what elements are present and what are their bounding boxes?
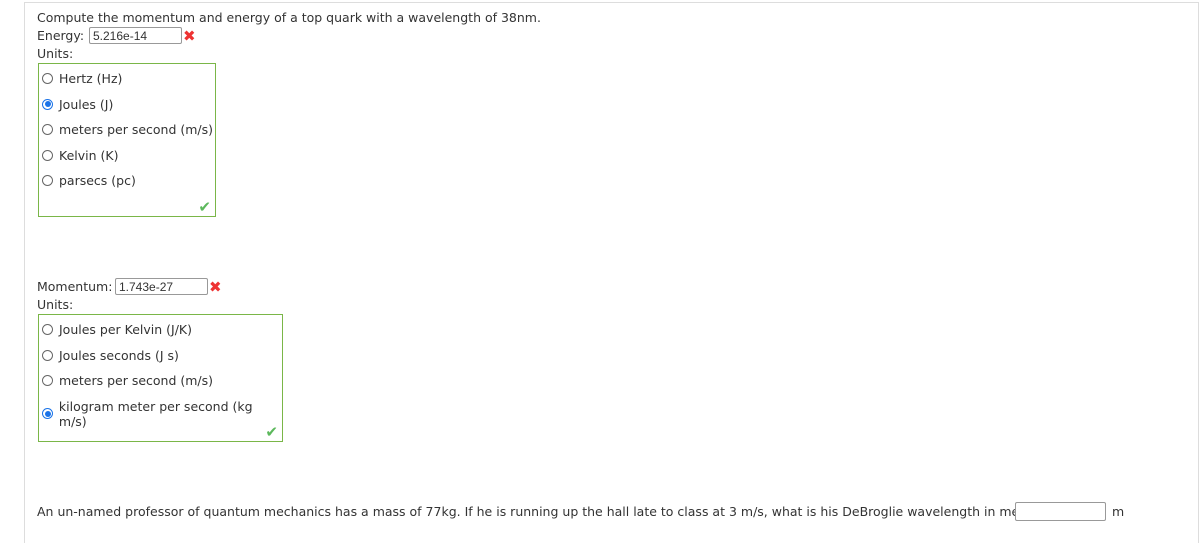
correct-check-icon: ✔ [265, 423, 278, 441]
question-prompt: An un-named professor of quantum mechani… [37, 504, 1051, 519]
momentum-label: Momentum: [37, 279, 113, 294]
wavelength-input[interactable] [1015, 502, 1106, 521]
radio-button[interactable] [42, 349, 53, 361]
unit-option[interactable]: Joules (J) [42, 97, 113, 112]
radio-button[interactable] [42, 73, 53, 84]
option-label: parsecs (pc) [59, 173, 136, 188]
unit-option[interactable]: Joules seconds (J s) [42, 348, 179, 363]
option-label: Joules seconds (J s) [59, 347, 179, 363]
unit-option[interactable]: parsecs (pc) [42, 173, 136, 188]
radio-button[interactable] [42, 324, 53, 335]
unit-option[interactable]: Joules per Kelvin (J/K) [42, 322, 192, 337]
units-label: Units: [37, 297, 74, 312]
option-label: Hertz (Hz) [59, 71, 123, 86]
unit-option[interactable]: meters per second (m/s) [42, 373, 213, 388]
radio-button[interactable] [42, 175, 53, 186]
incorrect-icon: ✖ [209, 278, 222, 296]
radio-button[interactable] [42, 98, 53, 110]
question-prompt: Compute the momentum and energy of a top… [37, 10, 541, 25]
option-label: Joules per Kelvin (J/K) [59, 322, 192, 337]
radio-button[interactable] [42, 375, 53, 386]
option-label: Kelvin (K) [59, 147, 119, 163]
radio-button[interactable] [42, 149, 53, 161]
units-label: Units: [37, 46, 74, 61]
radio-button[interactable] [42, 408, 53, 419]
unit-option[interactable]: Kelvin (K) [42, 148, 118, 163]
option-label: meters per second (m/s) [59, 122, 214, 137]
radio-button[interactable] [42, 124, 53, 135]
energy-label: Energy: [37, 28, 85, 43]
unit-label: m [1112, 504, 1125, 519]
unit-option[interactable]: meters per second (m/s) [42, 122, 213, 137]
correct-check-icon: ✔ [198, 198, 211, 216]
unit-option[interactable]: Hertz (Hz) [42, 71, 122, 86]
momentum-units-group: Joules per Kelvin (J/K) Joules seconds (J… [38, 314, 283, 442]
option-label: kilogram meter per second (kg m/s) [58, 398, 253, 429]
incorrect-icon: ✖ [183, 27, 196, 45]
momentum-input[interactable] [115, 278, 208, 295]
option-label: meters per second (m/s) [59, 373, 214, 388]
energy-input[interactable] [89, 27, 182, 44]
unit-option[interactable]: kilogram meter per second (kg m/s) [42, 399, 282, 429]
option-label: Joules (J) [59, 96, 114, 112]
energy-units-group: Hertz (Hz) Joules (J) meters per second (m… [38, 63, 216, 217]
